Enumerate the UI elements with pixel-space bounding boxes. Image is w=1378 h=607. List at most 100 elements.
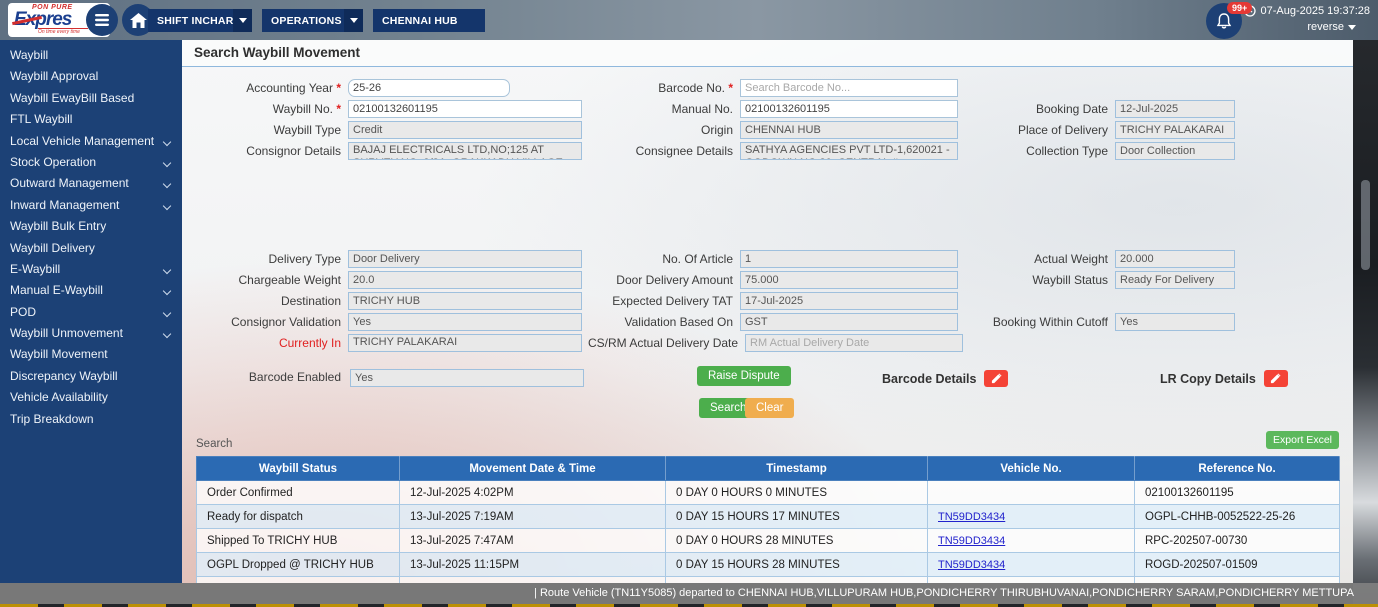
- chevron-down-icon: [1348, 24, 1356, 30]
- sidebar-item-manual-e-waybill[interactable]: Manual E-Waybill: [0, 280, 182, 301]
- sidebar-item-discrepancy-waybill[interactable]: Discrepancy Waybill: [0, 366, 182, 387]
- consignor-validation-input: [348, 313, 582, 331]
- currently-in-textarea: [348, 334, 582, 352]
- cell-reference: ROGD-202507-01509: [1134, 552, 1340, 577]
- department-dropdown[interactable]: OPERATIONS: [262, 9, 363, 32]
- validation-based-on-field: Validation Based On: [588, 313, 963, 334]
- cell-timestamp: 0 DAY 15 HOURS 17 MINUTES: [665, 504, 928, 529]
- currently-in-label: Currently In: [278, 336, 341, 350]
- scrollbar-thumb[interactable]: [1361, 180, 1370, 270]
- sidebar-item-waybill-unmovement[interactable]: Waybill Unmovement: [0, 323, 182, 344]
- no-of-article-field: No. Of Article: [588, 250, 963, 271]
- raise-dispute-button[interactable]: Raise Dispute: [697, 366, 791, 386]
- barcode-details-edit-button[interactable]: [984, 370, 1009, 388]
- app-window: PON PURE Expres On time every time SHIFT…: [0, 0, 1378, 607]
- vehicle-link[interactable]: TN59DD3434: [938, 535, 1005, 547]
- door-delivery-amount-label: Door Delivery Amount: [616, 273, 733, 287]
- consignee-details-label: Consignee Details: [635, 144, 733, 158]
- delivery-type-field: Delivery Type: [182, 250, 588, 271]
- no-of-article-input: [740, 250, 958, 268]
- barcode-details-group: Barcode Details: [882, 370, 1009, 388]
- role-dropdown-caret[interactable]: [233, 9, 252, 32]
- sidebar-item-e-waybill[interactable]: E-Waybill: [0, 259, 182, 280]
- chevron-down-icon: [162, 265, 172, 275]
- edit-icon: [1271, 373, 1281, 384]
- table-row: Ready for dispatch 13-Jul-2025 7:19AM 0 …: [196, 504, 1340, 529]
- manual-no-field: Manual No.: [588, 100, 963, 121]
- currently-in-field: Currently In: [182, 334, 588, 368]
- results-section-label: Search: [196, 438, 233, 450]
- accounting-year-select[interactable]: [348, 79, 510, 97]
- sidebar-item-waybill-bulk-entry[interactable]: Waybill Bulk Entry: [0, 216, 182, 237]
- destination-input: [348, 292, 582, 310]
- waybill-no-label: Waybill No.: [182, 100, 348, 119]
- expected-delivery-tat-field: Expected Delivery TAT: [588, 292, 963, 313]
- lr-copy-details-edit-button[interactable]: [1263, 370, 1288, 388]
- sidebar-item-waybill-movement[interactable]: Waybill Movement: [0, 344, 182, 365]
- expected-delivery-tat-label: Expected Delivery TAT: [612, 294, 733, 308]
- status-ticker: | Route Vehicle (TN11Y5085) departed to …: [0, 583, 1378, 604]
- chevron-down-icon: [162, 201, 172, 210]
- search-buttons-row: Search Clear: [182, 394, 1353, 420]
- booking-date-field: Booking Date: [963, 100, 1353, 121]
- waybill-type-field: Waybill Type: [182, 121, 588, 142]
- bell-icon: [1216, 12, 1232, 28]
- col-timestamp: Timestamp: [665, 456, 928, 481]
- door-delivery-amount-field: Door Delivery Amount: [588, 271, 963, 292]
- cell-reference: RPC-202507-00730: [1134, 528, 1340, 553]
- hub-field[interactable]: CHENNAI HUB: [373, 9, 485, 32]
- sidebar-item-pod[interactable]: POD: [0, 302, 182, 323]
- cell-status: Order Confirmed: [196, 480, 400, 505]
- expected-delivery-tat-input: [740, 292, 958, 310]
- cell-movement: 13-Jul-2025 7:19AM: [399, 504, 666, 529]
- export-excel-button[interactable]: Export Excel: [1266, 431, 1339, 449]
- manual-no-input[interactable]: [740, 100, 958, 118]
- validation-based-on-label: Validation Based On: [624, 315, 733, 329]
- results-header-bar: Search Export Excel: [196, 431, 1339, 452]
- sidebar-item-local-vehicle-management[interactable]: Local Vehicle Management: [0, 131, 182, 152]
- cell-status: Shipped To TRICHY HUB: [196, 528, 400, 553]
- barcode-no-input[interactable]: [740, 79, 958, 97]
- cell-reference: OGPL-CHHB-0052522-25-26: [1134, 504, 1340, 529]
- consignor-validation-field: Consignor Validation: [182, 313, 588, 334]
- sidebar-item-inward-management[interactable]: Inward Management: [0, 195, 182, 216]
- role-dropdown[interactable]: SHIFT INCHARGE: [148, 9, 252, 32]
- sidebar-item-outward-management[interactable]: Outward Management: [0, 173, 182, 194]
- waybill-status-field: Waybill Status: [963, 271, 1353, 292]
- actions-row: Barcode Enabled Raise Dispute Barcode De…: [182, 366, 1353, 394]
- accounting-year-field: Accounting Year: [182, 79, 588, 100]
- waybill-no-input[interactable]: [348, 100, 582, 118]
- sidebar-item-waybill-delivery[interactable]: Waybill Delivery: [0, 238, 182, 259]
- sidebar-item-waybill-ewaybill-based[interactable]: Waybill EwayBill Based: [0, 88, 182, 109]
- sidebar-item-waybill-approval[interactable]: Waybill Approval: [0, 66, 182, 87]
- hub-field-value: CHENNAI HUB: [382, 14, 458, 27]
- accounting-year-label: Accounting Year: [182, 79, 348, 98]
- chevron-down-icon: [162, 137, 172, 146]
- manual-no-label: Manual No.: [671, 102, 733, 116]
- destination-label: Destination: [280, 294, 341, 308]
- waybill-form: Accounting Year Barcode No. Waybill No. …: [182, 79, 1353, 420]
- vehicle-link[interactable]: TN59DD3434: [938, 511, 1005, 523]
- department-dropdown-caret[interactable]: [344, 9, 363, 32]
- cell-vehicle: [927, 480, 1135, 505]
- collection-type-label: Collection Type: [1026, 144, 1108, 158]
- sidebar-item-waybill[interactable]: Waybill: [0, 45, 182, 66]
- waybill-type-input: [348, 121, 582, 139]
- sidebar-item-trip-breakdown[interactable]: Trip Breakdown: [0, 409, 182, 430]
- col-vehicle-no: Vehicle No.: [927, 456, 1135, 481]
- sidebar-item-ftl-waybill[interactable]: FTL Waybill: [0, 109, 182, 130]
- cell-vehicle: TN59DD3434: [927, 552, 1135, 577]
- barcode-no-label: Barcode No.: [588, 79, 740, 98]
- page-scrollbar[interactable]: [1353, 40, 1378, 604]
- col-movement-datetime: Movement Date & Time: [399, 456, 666, 481]
- vehicle-link[interactable]: TN59DD3434: [938, 559, 1005, 571]
- chevron-down-icon: [238, 18, 247, 23]
- user-menu[interactable]: reverse: [1307, 21, 1356, 33]
- sidebar-item-stock-operation[interactable]: Stock Operation: [0, 152, 182, 173]
- origin-field: Origin: [588, 121, 963, 142]
- department-dropdown-value: OPERATIONS: [271, 14, 342, 27]
- clear-button[interactable]: Clear: [745, 398, 795, 418]
- chevron-down-icon: [162, 308, 172, 317]
- sidebar-item-vehicle-availability[interactable]: Vehicle Availability: [0, 387, 182, 408]
- menu-button[interactable]: [86, 4, 118, 36]
